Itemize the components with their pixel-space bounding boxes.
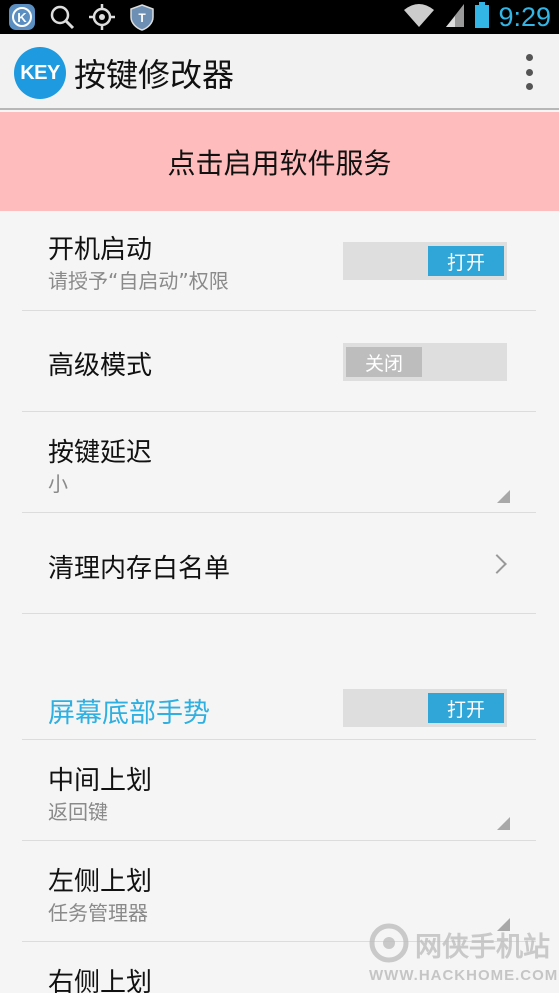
watermark-name: 网侠手机站 bbox=[415, 932, 550, 963]
toggle-knob: 关闭 bbox=[346, 347, 422, 377]
setting-middle-swipe[interactable]: 中间上划 返回键 bbox=[22, 740, 536, 841]
setting-title: 高级模式 bbox=[48, 351, 153, 381]
gps-icon bbox=[88, 3, 116, 31]
setting-title: 开机启动 bbox=[48, 235, 153, 265]
search-icon bbox=[48, 3, 76, 31]
watermark-logo-icon bbox=[369, 923, 409, 963]
action-bar: KEY 按键修改器 bbox=[0, 34, 559, 110]
setting-title: 中间上划 bbox=[48, 766, 153, 796]
k-app-icon: K bbox=[8, 3, 36, 31]
toggle-knob: 打开 bbox=[428, 693, 504, 723]
app-title: 按键修改器 bbox=[74, 56, 235, 94]
section-title-gestures: 屏幕底部手势 bbox=[48, 698, 210, 729]
boot-start-toggle[interactable]: 打开 bbox=[343, 242, 507, 280]
battery-icon bbox=[474, 1, 490, 33]
svg-text:T: T bbox=[138, 11, 146, 25]
svg-text:K: K bbox=[17, 10, 27, 25]
watermark: 网侠手机站 WWW.HACKHOME.COM bbox=[363, 915, 557, 990]
setting-boot-start[interactable]: 开机启动 请授予“自启动”权限 打开 bbox=[22, 211, 536, 311]
enable-service-banner[interactable]: 点击启用软件服务 bbox=[0, 112, 559, 211]
setting-advanced-mode[interactable]: 高级模式 关闭 bbox=[22, 311, 536, 412]
status-bar: K T 9:29 bbox=[0, 0, 559, 34]
app-logo-icon: KEY bbox=[14, 47, 66, 99]
clock: 9:29 bbox=[498, 1, 551, 32]
setting-title: 清理内存白名单 bbox=[48, 554, 231, 584]
signal-icon bbox=[444, 2, 466, 32]
setting-subtitle: 小 bbox=[48, 472, 68, 496]
overflow-menu-icon[interactable] bbox=[521, 54, 537, 90]
setting-memory-whitelist[interactable]: 清理内存白名单 bbox=[22, 513, 536, 614]
spinner-indicator-icon bbox=[497, 817, 510, 830]
wifi-icon bbox=[402, 2, 436, 32]
setting-title: 左侧上划 bbox=[48, 867, 153, 897]
chevron-right-icon bbox=[487, 554, 507, 574]
shield-icon: T bbox=[128, 3, 156, 31]
watermark-url: WWW.HACKHOME.COM bbox=[369, 967, 559, 984]
setting-subtitle: 返回键 bbox=[48, 800, 108, 824]
setting-key-delay[interactable]: 按键延迟 小 bbox=[22, 412, 536, 513]
toggle-knob: 打开 bbox=[428, 246, 504, 276]
setting-title: 右侧上划 bbox=[48, 968, 153, 993]
spinner-indicator-icon bbox=[497, 490, 510, 503]
setting-title: 按键延迟 bbox=[48, 438, 153, 468]
setting-subtitle: 请授予“自启动”权限 bbox=[48, 269, 229, 293]
advanced-mode-toggle[interactable]: 关闭 bbox=[343, 343, 507, 381]
setting-subtitle: 任务管理器 bbox=[48, 901, 148, 925]
gestures-toggle[interactable]: 打开 bbox=[343, 689, 507, 727]
